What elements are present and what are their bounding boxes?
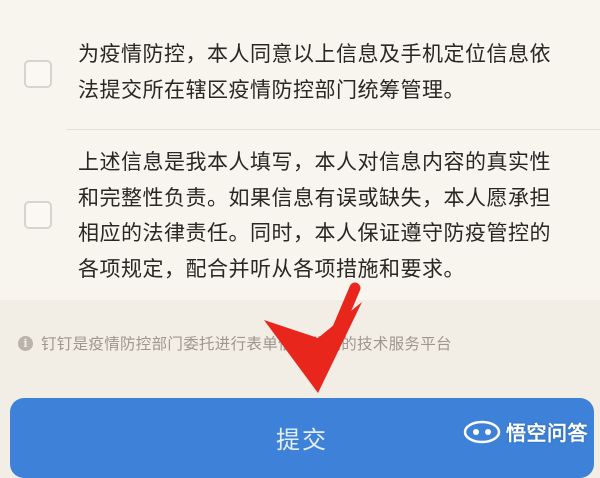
declaration-consent-text: 上述信息是我本人填写，本人对信息内容的真实性 和完整性负责。如果信息有误或缺失，… bbox=[78, 145, 578, 287]
declaration-consent-checkbox[interactable] bbox=[24, 201, 52, 229]
consent-line: 和完整性负责。如果信息有误或缺失，本人愿承担 bbox=[78, 185, 551, 210]
info-icon: i bbox=[18, 335, 33, 351]
consent-row-declaration[interactable]: 上述信息是我本人填写，本人对信息内容的真实性 和完整性负责。如果信息有误或缺失，… bbox=[0, 130, 600, 300]
consent-line: 法提交所在辖区疫情防控部门统筹管理。 bbox=[78, 77, 465, 102]
wukong-logo-icon bbox=[463, 420, 501, 444]
consent-line: 各项规定，配合并听从各项措施和要求。 bbox=[78, 256, 465, 281]
location-consent-checkbox[interactable] bbox=[24, 60, 52, 88]
platform-notice: i 钉钉是疫情防控部门委托进行表单信息收集的技术服务平台 bbox=[18, 332, 452, 354]
notice-text: 钉钉是疫情防控部门委托进行表单信息收集的技术服务平台 bbox=[41, 335, 452, 353]
consent-row-location[interactable]: 为疫情防控，本人同意以上信息及手机定位信息依 法提交所在辖区疫情防控部门统筹管理… bbox=[0, 0, 600, 129]
watermark-text: 悟空问答 bbox=[506, 420, 588, 445]
consent-line: 为疫情防控，本人同意以上信息及手机定位信息依 bbox=[78, 42, 551, 66]
consent-line: 相应的法律责任。同时，本人保证遵守防疫管控的 bbox=[78, 221, 551, 245]
consent-line: 上述信息是我本人填写，本人对信息内容的真实性 bbox=[78, 150, 551, 174]
consent-card: 为疫情防控，本人同意以上信息及手机定位信息依 法提交所在辖区疫情防控部门统筹管理… bbox=[0, 0, 600, 300]
location-consent-text: 为疫情防控，本人同意以上信息及手机定位信息依 法提交所在辖区疫情防控部门统筹管理… bbox=[78, 37, 578, 108]
watermark: 悟空问答 bbox=[462, 416, 588, 446]
